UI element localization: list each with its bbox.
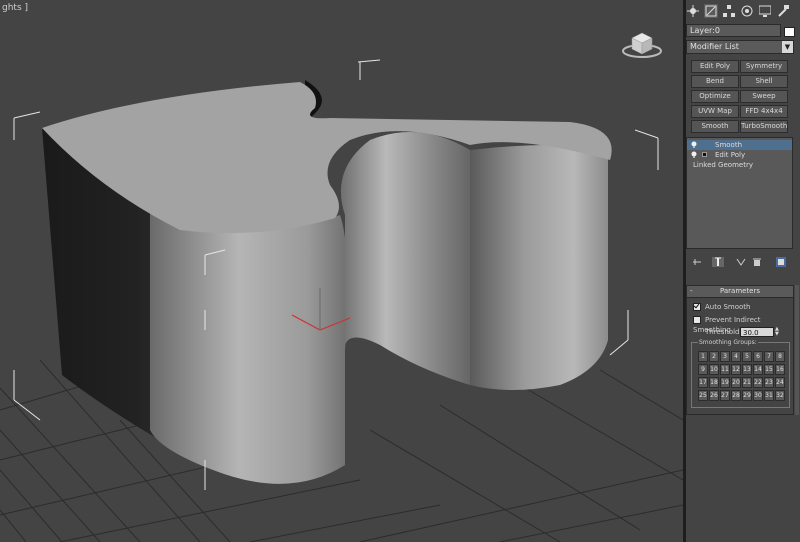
display-tab-icon[interactable] xyxy=(758,4,772,18)
smoothing-group-button[interactable]: 20 xyxy=(731,377,741,388)
smoothing-group-button[interactable]: 31 xyxy=(764,390,774,401)
stack-item[interactable]: Linked Geometry xyxy=(687,160,792,170)
perspective-viewport[interactable]: ghts ] xyxy=(0,0,683,542)
smoothing-group-button[interactable]: 22 xyxy=(753,377,763,388)
smoothing-group-button[interactable]: 28 xyxy=(731,390,741,401)
smoothing-group-button[interactable]: 16 xyxy=(775,364,785,375)
smoothing-group-button[interactable]: 23 xyxy=(764,377,774,388)
smoothing-group-button[interactable]: 9 xyxy=(698,364,708,375)
smoothing-group-button[interactable]: 1 xyxy=(698,351,708,362)
modifier-button-symmetry[interactable]: Symmetry xyxy=(740,60,788,73)
stack-toolbar xyxy=(686,255,794,269)
smoothing-group-button[interactable]: 5 xyxy=(742,351,752,362)
smoothing-group-button[interactable]: 17 xyxy=(698,377,708,388)
smoothing-group-button[interactable]: 11 xyxy=(720,364,730,375)
mesh-inner-cut xyxy=(340,132,470,385)
stack-item-label: Linked Geometry xyxy=(693,161,753,169)
smoothing-group-button[interactable]: 14 xyxy=(753,364,763,375)
smoothing-groups: Smoothing Groups: 1 2 3 4 5 6 7 8 9 10 11 12 13 14 15 1… xyxy=(691,338,790,408)
mesh-right-cylinder xyxy=(470,145,608,390)
lightbulb-icon[interactable] xyxy=(691,141,697,148)
smoothing-group-button[interactable]: 19 xyxy=(720,377,730,388)
create-tab-icon[interactable] xyxy=(686,4,700,18)
modifier-list-label: Modifier List xyxy=(690,42,739,51)
make-unique-icon[interactable] xyxy=(736,257,746,267)
rollout-scrollbar[interactable] xyxy=(795,285,799,415)
smoothing-group-button[interactable]: 6 xyxy=(753,351,763,362)
prevent-indirect-checkbox[interactable]: Prevent Indirect Smoothing xyxy=(693,315,793,334)
show-end-result-icon[interactable] xyxy=(712,257,724,267)
expand-box-icon[interactable] xyxy=(702,152,707,157)
remove-modifier-icon[interactable] xyxy=(752,257,762,267)
lightbulb-icon[interactable] xyxy=(691,151,697,158)
pin-stack-icon[interactable] xyxy=(692,257,702,267)
modify-tab-icon[interactable] xyxy=(704,4,718,18)
smoothing-groups-label: Smoothing Groups: xyxy=(698,338,758,347)
smoothing-group-button[interactable]: 27 xyxy=(720,390,730,401)
smoothing-group-button[interactable]: 2 xyxy=(709,351,719,362)
modifier-button-bend[interactable]: Bend xyxy=(691,75,739,88)
threshold-spinner[interactable]: ▲ ▼ xyxy=(775,327,782,337)
stack-item-label: Edit Poly xyxy=(715,151,746,159)
scene-render[interactable] xyxy=(0,0,683,542)
threshold-input[interactable]: 30.0 xyxy=(740,327,774,337)
smoothing-group-button[interactable]: 26 xyxy=(709,390,719,401)
modifier-button-edit-poly[interactable]: Edit Poly xyxy=(691,60,739,73)
smoothing-group-button[interactable]: 24 xyxy=(775,377,785,388)
smoothing-group-button[interactable]: 13 xyxy=(742,364,752,375)
smoothing-group-button[interactable]: 15 xyxy=(764,364,774,375)
modifier-button-ffd-4x4x4[interactable]: FFD 4x4x4 xyxy=(740,105,788,118)
modifier-button-shell[interactable]: Shell xyxy=(740,75,788,88)
modifier-button-optimize[interactable]: Optimize xyxy=(691,90,739,103)
stack-item[interactable]: Edit Poly xyxy=(687,150,792,160)
auto-smooth-check[interactable] xyxy=(693,303,701,311)
smoothing-group-button[interactable]: 8 xyxy=(775,351,785,362)
auto-smooth-label: Auto Smooth xyxy=(705,303,751,311)
viewcube-icon[interactable] xyxy=(620,24,664,60)
hierarchy-tab-icon[interactable] xyxy=(722,4,736,18)
smoothing-group-button[interactable]: 4 xyxy=(731,351,741,362)
utilities-tab-icon[interactable] xyxy=(776,4,790,18)
layer-field[interactable]: Layer:0 xyxy=(686,24,781,37)
smoothing-group-button[interactable]: 29 xyxy=(742,390,752,401)
viewport-label[interactable]: ghts ] xyxy=(2,3,28,13)
stack-item[interactable]: Smooth xyxy=(687,140,792,150)
smoothing-group-button[interactable]: 3 xyxy=(720,351,730,362)
motion-tab-icon[interactable] xyxy=(740,4,754,18)
auto-smooth-checkbox[interactable]: Auto Smooth xyxy=(693,302,751,312)
smoothing-group-button[interactable]: 7 xyxy=(764,351,774,362)
smoothing-group-button[interactable]: 25 xyxy=(698,390,708,401)
command-panel: Layer:0 Modifier List ▼ Edit Poly Symmetr… xyxy=(686,0,800,542)
modifier-list-dropdown[interactable]: Modifier List ▼ xyxy=(686,40,794,54)
chevron-down-icon[interactable]: ▼ xyxy=(782,41,793,53)
modifier-button-turbosmooth[interactable]: TurboSmooth xyxy=(740,120,788,133)
smoothing-group-button[interactable]: 32 xyxy=(775,390,785,401)
smoothing-group-button[interactable]: 21 xyxy=(742,377,752,388)
parameters-title: Parameters xyxy=(719,287,761,295)
smoothing-group-button[interactable]: 12 xyxy=(731,364,741,375)
configure-modifier-sets-icon[interactable] xyxy=(776,257,786,267)
collapse-icon[interactable]: - xyxy=(690,286,693,297)
threshold-label: Threshold: xyxy=(705,328,742,336)
modifier-button-sweep[interactable]: Sweep xyxy=(740,90,788,103)
parameters-rollout: - Parameters Auto Smooth Prevent Indirec… xyxy=(686,285,794,415)
modifier-button-uvw-map[interactable]: UVW Map xyxy=(691,105,739,118)
modifier-button-smooth[interactable]: Smooth xyxy=(691,120,739,133)
stack-item-label: Smooth xyxy=(715,141,743,149)
parameters-rollout-header[interactable]: - Parameters xyxy=(687,286,793,298)
smoothing-group-button[interactable]: 18 xyxy=(709,377,719,388)
mesh-front-cylinder xyxy=(150,210,348,484)
modifier-stack[interactable]: Smooth Edit Poly Linked Geometry xyxy=(686,137,793,249)
prevent-indirect-check[interactable] xyxy=(693,316,701,324)
layer-color-swatch[interactable] xyxy=(784,27,795,37)
smoothing-group-button[interactable]: 30 xyxy=(753,390,763,401)
smoothing-group-button[interactable]: 10 xyxy=(709,364,719,375)
